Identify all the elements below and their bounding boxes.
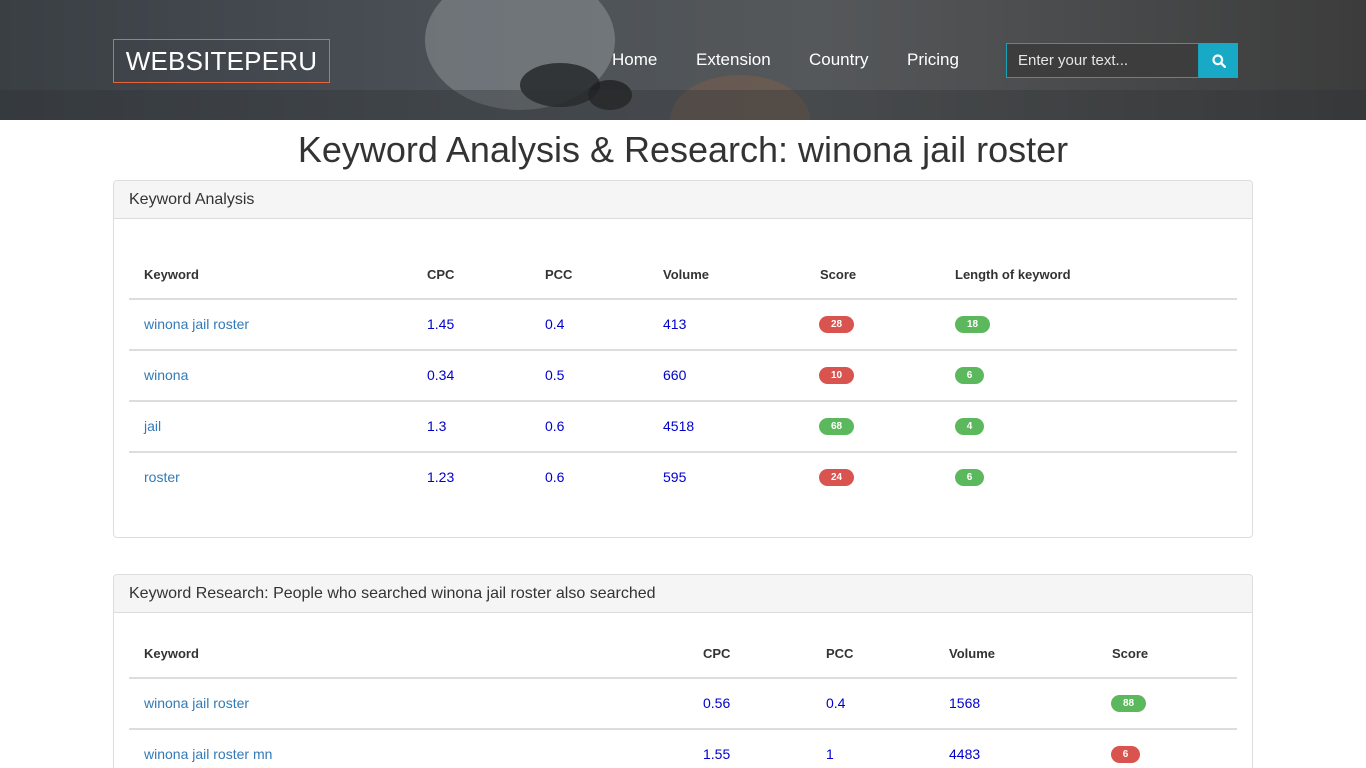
pcc-value: 0.4	[826, 695, 846, 711]
column-header: Keyword	[144, 646, 199, 661]
score-badge: 88	[1111, 695, 1146, 712]
nav-pricing[interactable]: Pricing	[907, 49, 959, 71]
keyword-link[interactable]: winona	[144, 367, 188, 383]
score-badge: 28	[819, 316, 854, 333]
table-row: winona 0.34 0.5 660 10 6	[129, 351, 1237, 402]
table-row: winona jail roster mn 1.55 1 4483 6	[129, 730, 1237, 768]
table-header-row: Keyword CPC PCC Volume Score	[129, 631, 1237, 679]
column-header: PCC	[545, 267, 573, 282]
volume-value: 413	[663, 316, 687, 332]
nav-extension[interactable]: Extension	[696, 49, 771, 71]
length-badge: 18	[955, 316, 990, 333]
column-header: Keyword	[144, 267, 199, 282]
pcc-value: 0.6	[545, 469, 565, 485]
keyword-link[interactable]: winona jail roster mn	[144, 746, 272, 762]
column-header: Score	[820, 267, 857, 282]
keyword-research-panel: Keyword Research: People who searched wi…	[113, 574, 1253, 768]
pcc-value: 0.5	[545, 367, 565, 383]
nav-home[interactable]: Home	[612, 49, 657, 71]
length-badge: 6	[955, 367, 984, 384]
cpc-value: 1.45	[427, 316, 455, 332]
search-button[interactable]	[1199, 43, 1238, 78]
table-header-row: Keyword CPC PCC Volume Score Length of k…	[129, 252, 1237, 300]
column-header: Volume	[949, 646, 995, 661]
volume-value: 595	[663, 469, 687, 485]
cpc-value: 1.55	[703, 746, 731, 762]
cpc-value: 0.34	[427, 367, 455, 383]
length-badge: 6	[955, 469, 984, 486]
volume-value: 4483	[949, 746, 981, 762]
column-header: Volume	[663, 267, 709, 282]
keyword-link[interactable]: winona jail roster	[144, 695, 249, 711]
cpc-value: 1.3	[427, 418, 447, 434]
pcc-value: 1	[826, 746, 834, 762]
column-header: PCC	[826, 646, 854, 661]
table-row: roster 1.23 0.6 595 24 6	[129, 453, 1237, 504]
panel-heading: Keyword Analysis	[114, 181, 1252, 219]
column-header: CPC	[703, 646, 731, 661]
search-input[interactable]	[1006, 43, 1199, 78]
cpc-value: 1.23	[427, 469, 455, 485]
volume-value: 4518	[663, 418, 695, 434]
column-header: Score	[1112, 646, 1149, 661]
keyword-link[interactable]: winona jail roster	[144, 316, 249, 332]
score-badge: 6	[1111, 746, 1140, 763]
length-badge: 4	[955, 418, 984, 435]
column-header: Length of keyword	[955, 267, 1071, 282]
site-logo[interactable]: WEBSITEPERU	[113, 39, 330, 83]
site-header: WEBSITEPERU Home Extension Country Prici…	[0, 0, 1366, 120]
keyword-analysis-panel: Keyword Analysis Keyword CPC PCC Volume …	[113, 180, 1253, 538]
cpc-value: 0.56	[703, 695, 731, 711]
pcc-value: 0.6	[545, 418, 565, 434]
table-row: winona jail roster 0.56 0.4 1568 88	[129, 679, 1237, 730]
table-row: winona jail roster 1.45 0.4 413 28 18	[129, 300, 1237, 351]
keyword-link[interactable]: jail	[144, 418, 161, 434]
nav-country[interactable]: Country	[809, 49, 869, 71]
table-row: jail 1.3 0.6 4518 68 4	[129, 402, 1237, 453]
keyword-link[interactable]: roster	[144, 469, 180, 485]
panel-heading: Keyword Research: People who searched wi…	[114, 575, 1252, 613]
score-badge: 68	[819, 418, 854, 435]
score-badge: 24	[819, 469, 854, 486]
pcc-value: 0.4	[545, 316, 565, 332]
volume-value: 660	[663, 367, 687, 383]
column-header: CPC	[427, 267, 455, 282]
page-title: Keyword Analysis & Research: winona jail…	[297, 129, 1069, 170]
search-icon	[1211, 53, 1226, 68]
score-badge: 10	[819, 367, 854, 384]
volume-value: 1568	[949, 695, 981, 711]
